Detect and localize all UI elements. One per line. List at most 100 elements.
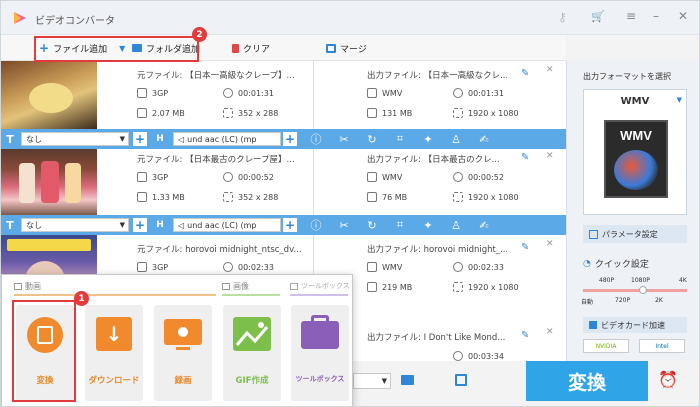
add-audio-button[interactable]: + bbox=[283, 218, 297, 232]
edit-name-icon[interactable]: ✎ bbox=[521, 242, 529, 253]
output-format-value: WMV bbox=[382, 262, 403, 272]
cut-icon[interactable]: ✂ bbox=[337, 218, 351, 232]
file-size-icon bbox=[367, 108, 377, 118]
key-icon[interactable]: ⚷ bbox=[558, 10, 567, 24]
cut-icon[interactable]: ✂ bbox=[337, 132, 351, 146]
format-selector[interactable]: WMV ▼ WMV bbox=[583, 89, 687, 215]
quality-slider-handle[interactable] bbox=[639, 286, 647, 294]
list-item[interactable]: 元ファイル: 【日本一高級なクレープ】... 3GP 00:01:31 2.07… bbox=[1, 61, 566, 129]
gpu-icon bbox=[589, 321, 597, 329]
output-size-value: 76 MB bbox=[382, 192, 408, 202]
gif-tile[interactable]: GIF作成 bbox=[223, 305, 281, 401]
output-size-value: 131 MB bbox=[382, 108, 413, 118]
watermark-icon[interactable]: ♙ bbox=[449, 218, 463, 232]
row-divider bbox=[313, 149, 314, 217]
toolbox-handle bbox=[311, 315, 329, 323]
section-divider bbox=[222, 294, 280, 296]
subtitle-select[interactable]: なし ▼ bbox=[21, 132, 129, 146]
subtitle-value: なし bbox=[26, 220, 42, 230]
source-format-value: 3GP bbox=[152, 262, 169, 272]
video-thumbnail[interactable] bbox=[1, 149, 97, 217]
effect-icon[interactable]: ✦ bbox=[421, 218, 435, 232]
cart-icon[interactable]: 🛒 bbox=[591, 10, 605, 23]
minimize-icon[interactable]: – bbox=[653, 9, 659, 23]
effect-icon[interactable]: ✦ bbox=[421, 132, 435, 146]
output-resolution-value: 1920 x 1080 bbox=[468, 108, 519, 118]
resolution-icon bbox=[453, 282, 463, 292]
source-size-value: 2.07 MB bbox=[152, 108, 185, 118]
list-item[interactable]: 元ファイル: 【日本最古のクレープ屋】... 3GP 00:00:52 1.33… bbox=[1, 149, 566, 217]
source-duration: 00:00:52 bbox=[223, 172, 274, 182]
rotate-icon[interactable]: ↻ bbox=[365, 218, 379, 232]
highlight-box-convert-tile bbox=[12, 300, 76, 402]
edit-name-icon[interactable]: ✎ bbox=[521, 68, 529, 79]
source-duration-value: 00:00:52 bbox=[238, 172, 274, 182]
subtitle-select[interactable]: なし ▼ bbox=[21, 218, 129, 232]
format-icon bbox=[367, 88, 377, 98]
quality-slider[interactable] bbox=[583, 286, 687, 294]
app-title: ビデオコンバータ bbox=[35, 16, 115, 27]
source-duration-value: 00:01:31 bbox=[238, 88, 274, 98]
subtitle-edit-icon[interactable]: ✍ bbox=[477, 218, 491, 232]
output-size: 76 MB bbox=[367, 192, 407, 202]
open-output-icon[interactable] bbox=[455, 374, 467, 386]
subtitle-extract-icon[interactable]: H bbox=[153, 218, 167, 232]
output-resolution: 1920 x 1080 bbox=[453, 282, 519, 292]
crop-icon[interactable]: ⌗ bbox=[393, 132, 407, 146]
chevron-down-icon: ▼ bbox=[119, 221, 125, 229]
close-icon[interactable]: ✕ bbox=[678, 9, 688, 23]
param-settings-button[interactable]: パラメータ設定 bbox=[583, 225, 687, 243]
remove-file-icon[interactable]: ✕ bbox=[546, 239, 554, 249]
add-subtitle-button[interactable]: + bbox=[133, 218, 147, 232]
output-filename: 出力ファイル: 【日本一高級なクレ... bbox=[367, 71, 507, 81]
record-tile[interactable]: 録画 bbox=[154, 305, 212, 401]
resolution-icon bbox=[453, 108, 463, 118]
crop-icon[interactable]: ⌗ bbox=[393, 218, 407, 232]
remove-file-icon[interactable]: ✕ bbox=[546, 65, 554, 75]
output-format: WMV bbox=[367, 172, 402, 182]
audio-track-value: und aac (LC) (mp bbox=[187, 220, 257, 230]
subtitle-icon: T bbox=[6, 218, 14, 232]
wmv-format-label: WMV bbox=[620, 128, 652, 143]
convert-button[interactable]: 変換 bbox=[526, 361, 648, 401]
add-subtitle-button[interactable]: + bbox=[133, 132, 147, 146]
source-size-value: 1.33 MB bbox=[152, 192, 185, 202]
output-folder-select[interactable]: ▼ bbox=[353, 373, 391, 389]
download-icon: ↓ bbox=[96, 317, 132, 351]
output-format: WMV bbox=[367, 262, 402, 272]
screen-stand bbox=[176, 347, 190, 350]
source-filename: 元ファイル: 【日本最古のクレープ屋】... bbox=[137, 155, 295, 165]
video-section-label: 動画 bbox=[25, 282, 41, 291]
download-tile[interactable]: ↓ ダウンロード bbox=[85, 305, 143, 401]
remove-file-icon[interactable]: ✕ bbox=[546, 151, 554, 161]
wmv-format-icon: WMV bbox=[604, 120, 668, 198]
add-audio-button[interactable]: + bbox=[283, 132, 297, 146]
clear-button[interactable]: クリア bbox=[232, 35, 270, 61]
source-resolution-value: 352 x 288 bbox=[238, 108, 279, 118]
video-thumbnail[interactable] bbox=[1, 61, 97, 129]
quick-settings-label: クイック設定 bbox=[594, 260, 649, 270]
info-icon[interactable]: ⓘ bbox=[309, 218, 323, 232]
audio-track-select[interactable]: ◁ und aac (LC) (mp bbox=[173, 218, 281, 232]
audio-track-select[interactable]: ◁ und aac (LC) (mp bbox=[173, 132, 281, 146]
subtitle-extract-icon[interactable]: H bbox=[153, 132, 167, 146]
output-filename: 出力ファイル: 【日本最古のクレ... bbox=[367, 155, 500, 165]
rotate-icon[interactable]: ↻ bbox=[365, 132, 379, 146]
subtitle-edit-icon[interactable]: ✍ bbox=[477, 132, 491, 146]
gpu-accel-toggle[interactable]: ビデオカード加速 bbox=[583, 317, 687, 333]
clock-icon bbox=[453, 351, 463, 361]
menu-icon[interactable]: ≡ bbox=[626, 9, 636, 23]
edit-name-icon[interactable]: ✎ bbox=[521, 152, 529, 163]
source-resolution-value: 352 x 288 bbox=[238, 192, 279, 202]
info-icon[interactable]: ⓘ bbox=[309, 132, 323, 146]
folder-icon[interactable] bbox=[401, 375, 414, 385]
source-format: 3GP bbox=[137, 172, 168, 182]
toolbox-tile[interactable]: ツールボックス bbox=[291, 305, 349, 401]
quality-auto-label: 自動 bbox=[581, 299, 594, 306]
alarm-clock-icon[interactable]: ⏰ bbox=[658, 370, 678, 389]
merge-button[interactable]: マージ bbox=[326, 35, 367, 61]
remove-file-icon[interactable]: ✕ bbox=[546, 327, 554, 337]
gif-image-icon bbox=[233, 317, 271, 351]
edit-name-icon[interactable]: ✎ bbox=[521, 330, 529, 341]
watermark-icon[interactable]: ♙ bbox=[449, 132, 463, 146]
